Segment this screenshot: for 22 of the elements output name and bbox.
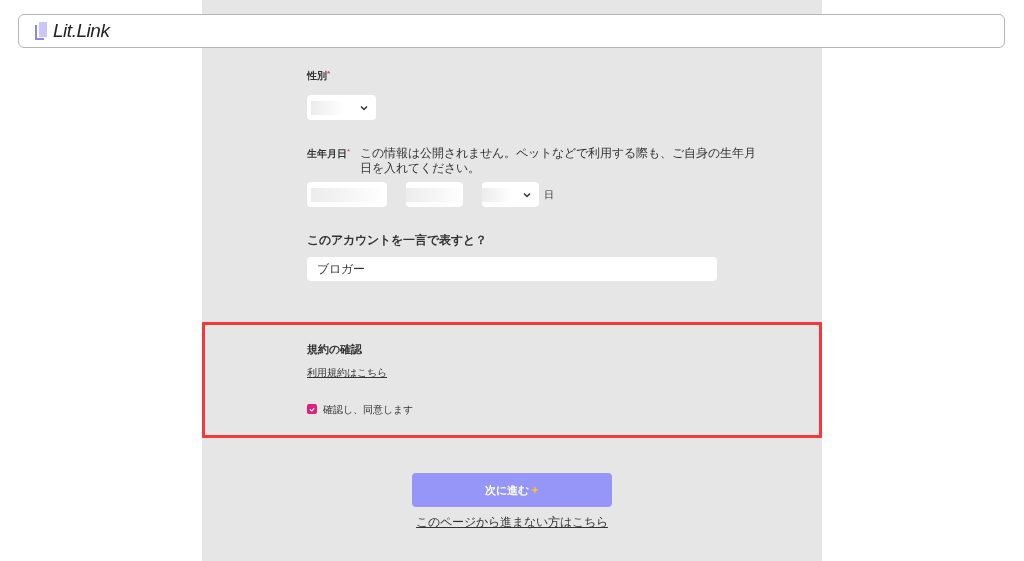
month-field[interactable] xyxy=(406,182,463,207)
logo-icon xyxy=(35,22,47,40)
birthday-note: この情報は公開されません。ペットなどで利用する際も、ご自身の生年月日を入れてください。 xyxy=(360,146,758,176)
account-input[interactable]: ブロガー xyxy=(307,257,717,281)
required-mark: * xyxy=(327,68,331,78)
agree-label: 確認し、同意します xyxy=(323,402,413,417)
field-label: 生年月日 xyxy=(307,147,347,161)
help-link[interactable]: このページから進まない方はこちら xyxy=(416,513,608,531)
gender-select[interactable] xyxy=(307,95,376,120)
sparkle-icon xyxy=(530,485,539,495)
day-select[interactable] xyxy=(482,182,539,207)
section-title: 規約の確認 xyxy=(307,342,363,357)
required-mark: * xyxy=(347,146,351,156)
field-label: 性別 xyxy=(307,69,327,83)
field-label: このアカウントを一言で表すと？ xyxy=(307,232,488,249)
year-field[interactable] xyxy=(307,182,387,207)
agree-checkbox[interactable] xyxy=(307,404,317,414)
logo-text: Lit.Link xyxy=(53,18,110,43)
day-unit: 日 xyxy=(544,188,554,202)
chevron-down-icon xyxy=(523,191,531,198)
chevron-down-icon xyxy=(360,104,368,111)
terms-link[interactable]: 利用規約はこちら xyxy=(307,364,387,380)
